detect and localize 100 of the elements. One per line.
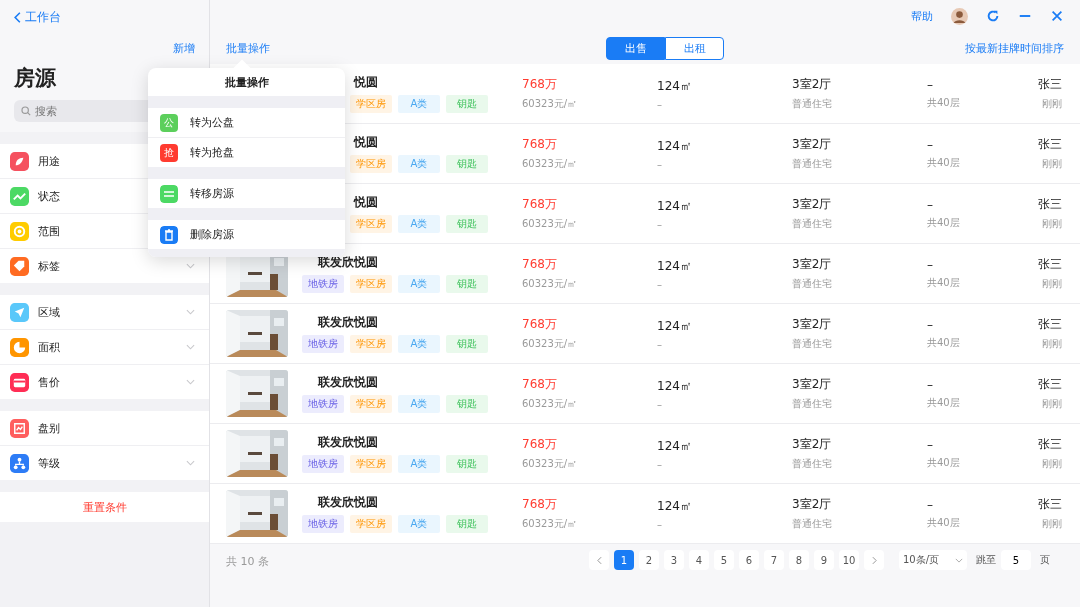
page-button[interactable]: 8 [789,550,809,570]
avatar-icon[interactable] [951,7,968,25]
unit-price-text: 60323元/㎡ [522,97,579,111]
filter-item[interactable]: 盘别 [0,411,209,446]
floor-text: – [927,137,934,152]
area-text: 124㎡ [657,257,693,275]
search-icon [21,106,31,116]
area-sub-text: – [657,158,663,170]
unit-price-text: 60323元/㎡ [522,157,579,171]
listing-name: 联发欣悦圆 [316,494,378,511]
page-button[interactable]: 2 [639,550,659,570]
filter-item[interactable]: 区域 [0,295,209,330]
layout-text: 3室2厅 [792,136,833,153]
filter-item[interactable]: 标签 [0,249,209,283]
sort-link[interactable]: 按最新挂牌时间排序 [965,40,1064,56]
listing-tag: 学区房 [350,155,392,173]
page-size-select[interactable]: 10条/页 [899,550,967,570]
filter-item[interactable]: 面积 [0,330,209,365]
layout-text: 3室2厅 [792,376,833,393]
add-link[interactable]: 新增 [173,41,195,56]
area-text: 124㎡ [657,137,693,155]
listing-tag: 钥匙 [446,395,488,413]
floor-text: – [927,197,934,212]
type-text: 普通住宅 [792,217,833,231]
floors-text: 共40层 [927,95,961,110]
page-button[interactable]: 7 [764,550,784,570]
area-sub-text: – [657,398,663,410]
layout-text: 3室2厅 [792,76,833,93]
unit-price-text: 60323元/㎡ [522,277,579,291]
floors-text: 共40层 [927,275,961,290]
chevron-down-icon [186,379,195,385]
area-text: 124㎡ [657,377,693,395]
refresh-icon[interactable] [986,9,1000,23]
listing-tag: A类 [398,395,440,413]
area-text: 124㎡ [657,317,693,335]
listing-tag: 钥匙 [446,275,488,293]
area-text: 124㎡ [657,437,693,455]
filter-item[interactable]: 等级 [0,446,209,480]
jump-field[interactable]: 5 [1001,550,1031,570]
layout-text: 3室2厅 [792,496,833,513]
type-text: 普通住宅 [792,157,833,171]
area-text: 124㎡ [657,77,693,95]
layout-text: 3室2厅 [792,316,833,333]
floors-text: 共40层 [927,335,961,350]
page-button[interactable]: 5 [714,550,734,570]
price-text: 768万 [522,136,558,153]
page-button[interactable]: 10 [839,550,859,570]
filter-item[interactable]: 售价 [0,365,209,399]
help-link[interactable]: 帮助 [911,8,933,24]
batch-link[interactable]: 批量操作 [226,40,270,56]
time-text: 刚刚 [1042,397,1062,411]
segment-tab[interactable]: 出租 [665,36,724,60]
page-title: 房源 [14,65,57,92]
listing-tag: 地铁房 [302,275,344,293]
menu-item[interactable]: 公 转为公盘 [148,108,345,138]
agent-text: 张三 [1038,196,1062,213]
page-button[interactable]: 9 [814,550,834,570]
segment-tab[interactable]: 出售 [606,36,665,60]
time-text: 刚刚 [1042,97,1062,111]
chevron-down-icon [186,344,195,350]
listing-tag: 地铁房 [302,455,344,473]
type-text: 普通住宅 [792,277,833,291]
agent-text: 张三 [1038,316,1062,333]
floors-text: 共40层 [927,515,961,530]
area-sub-text: – [657,218,663,230]
page-button[interactable]: 3 [664,550,684,570]
page-button[interactable]: 1 [614,550,634,570]
time-text: 刚刚 [1042,217,1062,231]
price-text: 768万 [522,196,558,213]
menu-item-icon: 抢 [160,143,178,162]
reset-button[interactable]: 重置条件 [0,492,209,522]
floors-text: 共40层 [927,215,961,230]
area-sub-text: – [657,98,663,110]
chevron-down-icon [186,309,195,315]
area-sub-text: – [657,338,663,350]
time-text: 刚刚 [1042,517,1062,531]
unit-price-text: 60323元/㎡ [522,217,579,231]
time-text: 刚刚 [1042,277,1062,291]
price-text: 768万 [522,496,558,513]
chevron-right-icon [871,555,877,565]
close-icon[interactable] [1050,9,1064,23]
area-sub-text: – [657,518,663,530]
page-button[interactable]: 4 [689,550,709,570]
listing-name: 联发欣悦圆 [316,434,378,451]
floors-text: 共40层 [927,155,961,170]
listing-tag: 地铁房 [302,515,344,533]
chevron-down-icon [955,557,963,563]
back-link[interactable]: 工作台 [14,9,61,26]
chevron-left-icon [596,555,602,565]
listing-tag: 学区房 [350,95,392,113]
listing-tag: 钥匙 [446,155,488,173]
page-button[interactable]: 6 [739,550,759,570]
page-unit-label: 页 [1040,553,1050,567]
listing-name: 悦圆 [352,134,378,151]
listing-tag: 地铁房 [302,395,344,413]
total-text: 共 10 条 [226,554,269,569]
unit-price-text: 60323元/㎡ [522,337,579,351]
floor-text: – [927,497,934,512]
floor-text: – [927,377,934,392]
agent-text: 张三 [1038,136,1062,153]
